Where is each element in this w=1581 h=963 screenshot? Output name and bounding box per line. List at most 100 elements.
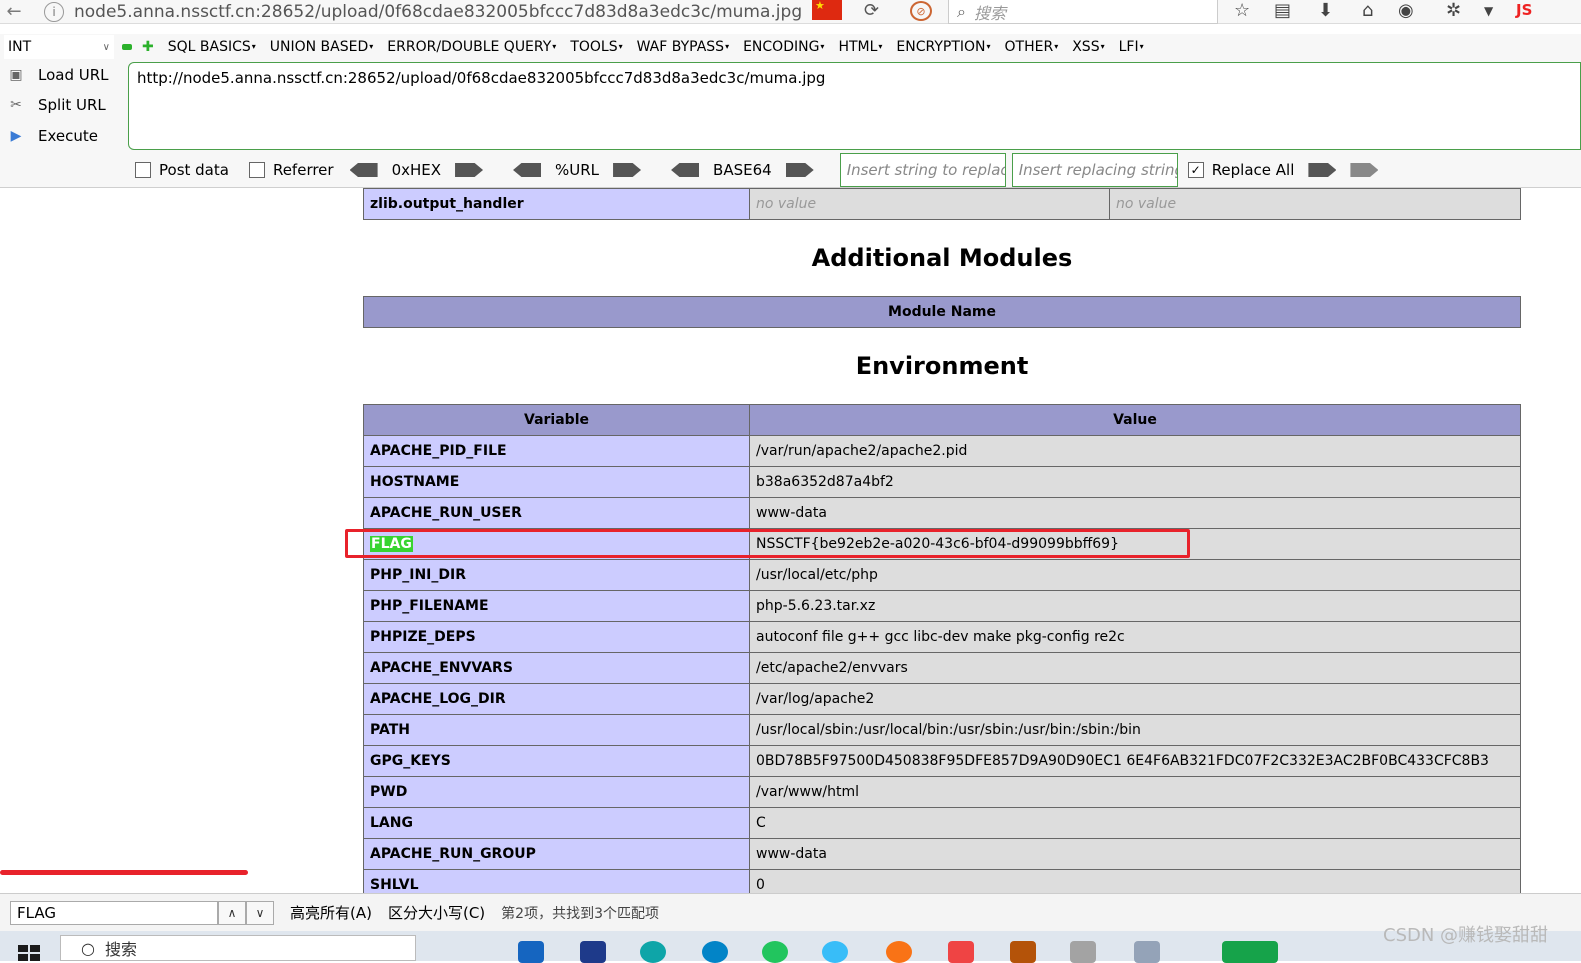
address-bar[interactable]: i node5.anna.nssctf.cn:28652/upload/0f68… <box>44 0 804 23</box>
highlight-all-toggle[interactable]: 高亮所有(A) <box>290 902 372 923</box>
globe-icon[interactable]: ◉ <box>1398 0 1414 21</box>
star-icon[interactable]: ☆ <box>1234 0 1250 21</box>
app-icon[interactable] <box>580 941 606 963</box>
menu-union-based[interactable]: UNION BASED <box>270 39 374 55</box>
referrer-checkbox[interactable]: Referrer <box>248 161 334 179</box>
app-icon[interactable] <box>1010 941 1036 963</box>
env-name: LANG <box>363 807 750 839</box>
menu-encryption[interactable]: ENCRYPTION <box>896 39 990 55</box>
find-next-button[interactable]: ∨ <box>246 900 274 925</box>
post-data-label: Post data <box>159 161 229 179</box>
url-decode-arrow-icon[interactable] <box>513 163 542 177</box>
match-case-toggle[interactable]: 区分大小写(C) <box>388 902 485 923</box>
reading-list-icon[interactable]: ▤ <box>1274 0 1291 21</box>
table-header-row: Variable Value <box>363 404 1521 436</box>
replace-all-checkbox[interactable]: ✓ Replace All <box>1187 161 1295 179</box>
split-url-button[interactable]: ✂ Split URL <box>4 92 122 118</box>
dropdown-icon[interactable]: ▼ <box>1484 4 1493 18</box>
hex-encode-arrow-icon[interactable] <box>455 163 484 177</box>
palette-icon[interactable]: ✲ <box>1446 0 1461 21</box>
menu-xss[interactable]: XSS <box>1072 39 1104 55</box>
table-row: PHPIZE_DEPS autoconf file g++ gcc libc-de… <box>363 621 1521 653</box>
browser-search-box[interactable]: ⌕ 搜索 <box>948 0 1218 24</box>
minus-icon[interactable] <box>122 44 132 50</box>
env-name: PHP_INI_DIR <box>363 559 750 591</box>
scissors-icon: ✂ <box>10 97 22 113</box>
directive-name: zlib.output_handler <box>363 188 750 220</box>
hackbar-url-textarea[interactable]: http://node5.anna.nssctf.cn:28652/upload… <box>128 62 1581 150</box>
menu-sql-basics[interactable]: SQL BASICS <box>168 39 256 55</box>
back-arrow-icon[interactable]: ← <box>0 0 28 24</box>
env-name: PATH <box>363 714 750 746</box>
replace-arrow-alt-icon[interactable] <box>1350 163 1379 177</box>
menu-other[interactable]: OTHER <box>1005 39 1059 55</box>
post-data-checkbox[interactable]: Post data <box>135 161 229 179</box>
app-icon[interactable] <box>822 941 848 963</box>
environment-table: Variable Value APACHE_PID_FILE/var/run/a… <box>363 404 1521 901</box>
table-row: APACHE_ENVVARS/etc/apache2/envvars <box>363 652 1521 684</box>
env-value: /var/www/html <box>749 776 1521 808</box>
table-row: PWD/var/www/html <box>363 776 1521 808</box>
replace-arrow-icon[interactable] <box>1308 163 1337 177</box>
env-value: www-data <box>749 838 1521 870</box>
annotation-underline <box>0 870 248 875</box>
taskbar-search[interactable]: ○ 搜索 <box>60 935 416 961</box>
find-previous-button[interactable]: ∧ <box>218 900 246 925</box>
app-icon[interactable] <box>1222 941 1278 963</box>
modules-table: Module Name <box>363 296 1521 328</box>
firefox-icon[interactable] <box>886 941 912 963</box>
search-placeholder: 搜索 <box>973 3 1006 23</box>
master-value: no value <box>1109 188 1521 220</box>
info-icon[interactable]: i <box>44 1 64 22</box>
menu-lfi[interactable]: LFI <box>1119 39 1144 55</box>
menu-error-double-query[interactable]: ERROR/DOUBLE QUERY <box>387 39 556 55</box>
download-icon[interactable]: ⬇ <box>1318 0 1333 21</box>
execute-button[interactable]: ▶ Execute <box>4 123 122 149</box>
app-icon[interactable] <box>948 941 974 963</box>
environment-title: Environment <box>855 352 1029 380</box>
search-icon: ○ <box>81 938 95 958</box>
windows-start-icon[interactable] <box>18 945 40 961</box>
app-icon[interactable] <box>1134 941 1160 963</box>
adblock-icon[interactable]: ⊘ <box>910 1 932 21</box>
reload-icon[interactable]: ⟳ <box>864 0 879 21</box>
chevron-down-icon: ∨ <box>255 905 265 920</box>
table-row: HOSTNAME b38a6352d87a4bf2 <box>363 466 1521 498</box>
env-value: php-5.6.23.tar.xz <box>749 590 1521 622</box>
url-encode-arrow-icon[interactable] <box>613 163 642 177</box>
load-url-button[interactable]: ▣ Load URL <box>4 62 122 88</box>
find-input[interactable]: FLAG <box>10 900 218 925</box>
checkbox-box <box>248 162 265 178</box>
hackbar-type-select[interactable]: INT ∨ <box>4 35 114 59</box>
hackbar-menu: INT ∨ ✚ SQL BASICS UNION BASED ERROR/DOU… <box>0 34 1581 60</box>
find-status: 第2项，共找到3个匹配项 <box>501 905 659 922</box>
app-icon[interactable] <box>1070 941 1096 963</box>
home-icon[interactable]: ⌂ <box>1362 0 1373 21</box>
env-name: APACHE_PID_FILE <box>363 435 750 467</box>
base64-decode-arrow-icon[interactable] <box>671 163 700 177</box>
js-toggle-button[interactable]: JS <box>1516 1 1532 19</box>
app-icon[interactable] <box>702 941 728 963</box>
menu-tools[interactable]: TOOLS <box>570 39 622 55</box>
replace-string-input[interactable]: Insert string to replace <box>839 153 1006 187</box>
env-value: b38a6352d87a4bf2 <box>749 466 1521 498</box>
wechat-icon[interactable] <box>762 941 788 963</box>
menu-encoding[interactable]: ENCODING <box>743 39 824 55</box>
hex-decode-arrow-icon[interactable] <box>349 163 378 177</box>
security-app-icon[interactable] <box>518 941 544 963</box>
table-header-row: Module Name <box>363 296 1521 328</box>
replacing-string-input[interactable]: Insert replacing string <box>1011 153 1178 187</box>
plus-icon[interactable]: ✚ <box>142 39 154 55</box>
base64-encode-arrow-icon[interactable] <box>785 163 814 177</box>
edge-icon[interactable] <box>640 941 666 963</box>
replace-all-label: Replace All <box>1211 161 1295 179</box>
search-icon: ⌕ <box>957 1 966 21</box>
env-value: autoconf file g++ gcc libc-dev make pkg-… <box>749 621 1521 653</box>
menu-waf-bypass[interactable]: WAF BYPASS <box>637 39 729 55</box>
modules-title: Additional Modules <box>811 244 1073 272</box>
play-icon: ▶ <box>10 128 22 144</box>
local-value: no value <box>749 188 1110 220</box>
menu-html[interactable]: HTML <box>838 39 882 55</box>
table-row: APACHE_RUN_USER www-data <box>363 497 1521 529</box>
env-name: APACHE_RUN_GROUP <box>363 838 750 870</box>
